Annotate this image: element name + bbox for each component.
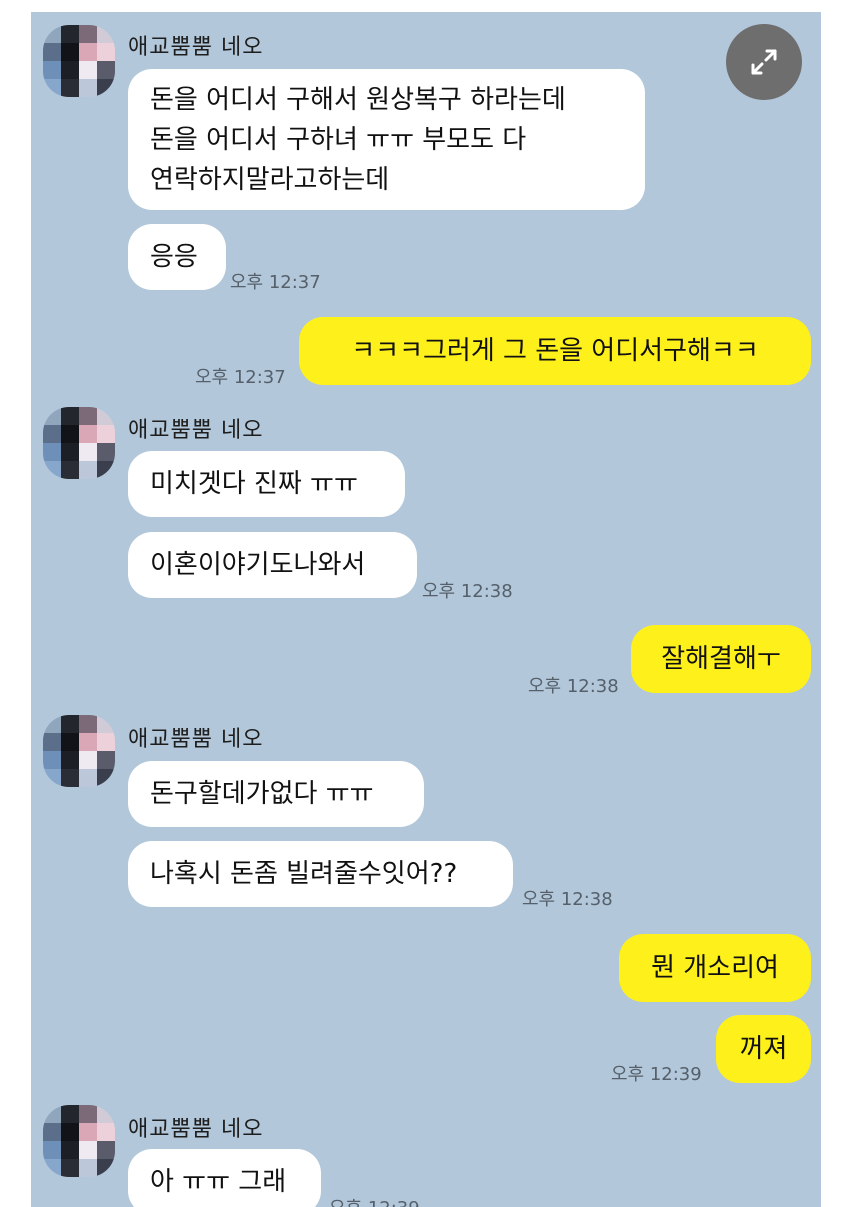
- message-line: 돈을 어디서 구해서 원상복구 하라는데: [150, 85, 566, 115]
- message-bubble[interactable]: 이혼이야기도나와서: [128, 532, 417, 598]
- sender-name: 애교뿜뿜 네오: [128, 35, 264, 60]
- message-line: 돈을 어디서 구하녀 ㅠㅠ 부모도 다: [150, 125, 527, 155]
- sender-name: 애교뿜뿜 네오: [128, 727, 264, 752]
- message-bubble[interactable]: ㅋㅋㅋ그러게 그 돈을 어디서구해ㅋㅋ: [299, 317, 811, 385]
- timestamp: 오후 12:39: [329, 1194, 420, 1207]
- message-line: 연락하지말라고하는데: [150, 165, 390, 195]
- avatar[interactable]: [43, 1105, 115, 1177]
- message-bubble[interactable]: 나혹시 돈좀 빌려줄수잇어??: [128, 841, 513, 907]
- expand-button[interactable]: [726, 24, 802, 100]
- expand-arrows-icon: [751, 49, 777, 75]
- sender-name: 애교뿜뿜 네오: [128, 418, 264, 443]
- message-text: ㅋㅋㅋ그러게 그 돈을 어디서구해ㅋㅋ: [351, 336, 759, 366]
- message-bubble[interactable]: 잘해결해ㅜ: [631, 625, 811, 693]
- message-text: 잘해결해ㅜ: [661, 644, 781, 674]
- message-bubble[interactable]: 돈을 어디서 구해서 원상복구 하라는데 돈을 어디서 구하녀 ㅠㅠ 부모도 다…: [128, 69, 645, 210]
- message-bubble[interactable]: 아 ㅠㅠ 그래: [128, 1149, 321, 1207]
- message-bubble[interactable]: 꺼져: [716, 1015, 811, 1083]
- timestamp: 오후 12:37: [230, 272, 321, 293]
- message-bubble[interactable]: 뭔 개소리여: [619, 934, 811, 1002]
- avatar[interactable]: [43, 715, 115, 787]
- sender-name: 애교뿜뿜 네오: [128, 1117, 264, 1142]
- message-text: 응응: [150, 242, 198, 272]
- message-text: 뭔 개소리여: [651, 953, 779, 983]
- message-text: 이혼이야기도나와서: [150, 550, 366, 580]
- message-text: 꺼져: [739, 1034, 788, 1064]
- timestamp: 오후 12:38: [528, 676, 619, 697]
- message-bubble[interactable]: 미치겟다 진짜 ㅠㅠ: [128, 451, 405, 517]
- chat-room[interactable]: 애교뿜뿜 네오 돈을 어디서 구해서 원상복구 하라는데 돈을 어디서 구하녀 …: [31, 12, 821, 1207]
- message-text: 나혹시 돈좀 빌려줄수잇어??: [150, 859, 458, 889]
- message-bubble[interactable]: 응응: [128, 224, 226, 290]
- avatar[interactable]: [43, 25, 115, 97]
- message-bubble[interactable]: 돈구할데가없다 ㅠㅠ: [128, 761, 424, 827]
- timestamp: 오후 12:38: [522, 889, 613, 910]
- timestamp: 오후 12:39: [611, 1064, 702, 1085]
- timestamp: 오후 12:38: [422, 581, 513, 602]
- message-text: 돈구할데가없다 ㅠㅠ: [150, 779, 374, 809]
- message-text: 미치겟다 진짜 ㅠㅠ: [150, 469, 358, 499]
- message-text: 아 ㅠㅠ 그래: [150, 1167, 287, 1197]
- timestamp: 오후 12:37: [195, 367, 286, 388]
- avatar[interactable]: [43, 407, 115, 479]
